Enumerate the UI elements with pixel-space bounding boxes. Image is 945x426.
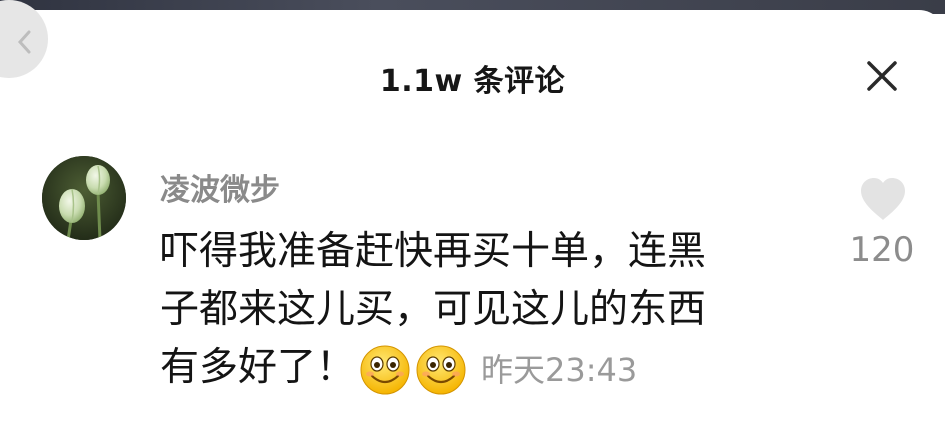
comments-title: 1.1w 条评论	[379, 64, 566, 99]
avatar[interactable]	[42, 156, 126, 240]
comment-username[interactable]: 凌波微步	[160, 165, 280, 209]
close-button[interactable]	[862, 56, 902, 96]
comment-line: 子都来这儿买，可见这儿的东西	[160, 287, 707, 332]
comment-body: 吓得我准备赶快再买十单，连黑 子都来这儿买，可见这儿的东西 有多好了！ 昨天23…	[160, 223, 820, 399]
comment-timestamp: 昨天23:43	[481, 350, 638, 389]
lotus-bud-avatar	[42, 156, 126, 240]
heart-icon	[861, 178, 905, 220]
like-button[interactable]	[858, 176, 908, 222]
chevron-left-icon	[17, 30, 31, 54]
grinning-face-emoji	[360, 345, 410, 394]
grinning-face-emoji	[416, 345, 466, 394]
emoji-row	[355, 344, 467, 396]
comments-sheet: 1.1w 条评论 凌波微步 吓得我准备赶快再买十单，连黑 子都来这儿买，可见这儿…	[0, 0, 945, 426]
close-icon	[867, 61, 897, 91]
comment-line-last: 有多好了！ 昨天23:43	[160, 339, 820, 399]
comment-line: 吓得我准备赶快再买十单，连黑	[160, 229, 707, 274]
comment-line-text: 有多好了！	[160, 345, 356, 390]
like-count: 120	[849, 230, 915, 270]
